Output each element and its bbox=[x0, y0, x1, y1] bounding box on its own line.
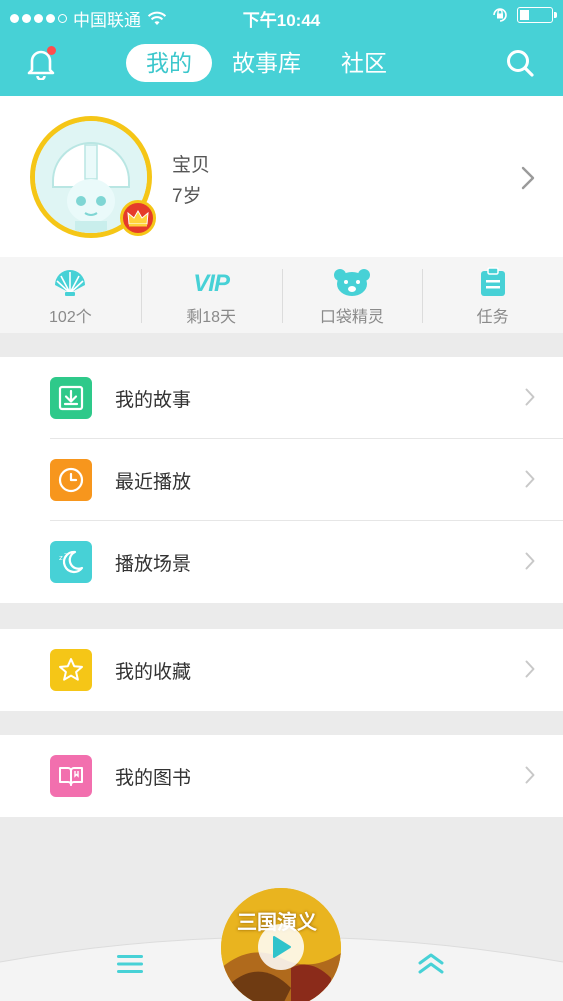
stat-vip[interactable]: VIP 剩18天 bbox=[140, 257, 282, 333]
main-tabs: 我的 故事库 社区 bbox=[126, 44, 407, 82]
menu-item-label: 播放场景 bbox=[115, 554, 192, 575]
svg-text:z: z bbox=[59, 554, 63, 562]
tab-mine[interactable]: 我的 bbox=[126, 44, 212, 82]
menu-item-play-scenes[interactable]: zz 播放场景 bbox=[0, 521, 563, 603]
crown-icon bbox=[127, 209, 149, 227]
menu-item-label: 最近播放 bbox=[115, 472, 192, 493]
menu-item-recent-plays[interactable]: 最近播放 bbox=[0, 439, 563, 521]
tab-community[interactable]: 社区 bbox=[321, 44, 407, 82]
stat-shells-label: 102个 bbox=[49, 309, 92, 326]
stat-tasks[interactable]: 任务 bbox=[422, 257, 563, 333]
chevron-right-icon bbox=[525, 470, 535, 488]
stat-shells[interactable]: 102个 bbox=[0, 257, 141, 333]
double-chevron-up-icon[interactable] bbox=[416, 950, 446, 976]
stats-bar: 102个 VIP 剩18天 口袋精灵 任务 bbox=[0, 257, 563, 333]
chevron-right-icon bbox=[525, 388, 535, 406]
stat-pocket-elf[interactable]: 口袋精灵 bbox=[281, 257, 423, 333]
chevron-right-icon bbox=[521, 166, 535, 190]
orientation-lock-icon bbox=[493, 8, 507, 22]
notification-badge bbox=[47, 46, 56, 55]
menu-group-favorites: 我的收藏 bbox=[0, 629, 563, 711]
menu-item-label: 我的故事 bbox=[115, 390, 192, 411]
menu-item-label: 我的图书 bbox=[115, 768, 192, 789]
stat-vip-label: 剩18天 bbox=[186, 309, 237, 326]
menu-item-my-stories[interactable]: 我的故事 bbox=[0, 357, 563, 439]
status-time: 下午10:44 bbox=[242, 11, 321, 30]
menu-group-books: 我的图书 bbox=[0, 735, 563, 817]
profile-age: 7岁 bbox=[172, 186, 202, 207]
menu-item-label: 我的收藏 bbox=[115, 662, 192, 683]
vip-icon: VIP bbox=[193, 270, 230, 297]
play-button[interactable] bbox=[258, 924, 304, 970]
menu-item-my-books[interactable]: 我的图书 bbox=[0, 735, 563, 817]
book-icon bbox=[50, 755, 92, 797]
battery-icon bbox=[517, 7, 557, 23]
chevron-right-icon bbox=[525, 766, 535, 784]
clipboard-icon bbox=[480, 267, 505, 296]
play-icon bbox=[273, 936, 291, 958]
playlist-menu-icon[interactable] bbox=[116, 952, 144, 976]
star-icon bbox=[50, 649, 92, 691]
menu-item-my-favorites[interactable]: 我的收藏 bbox=[0, 629, 563, 711]
chevron-right-icon bbox=[525, 660, 535, 678]
notification-bell-button[interactable] bbox=[26, 46, 56, 81]
tab-story-library[interactable]: 故事库 bbox=[212, 44, 321, 82]
moon-icon: zz bbox=[50, 541, 92, 583]
vip-crown-badge bbox=[120, 200, 156, 236]
top-bar: 中国联通 下午10:44 我的 故事库 社区 bbox=[0, 0, 563, 96]
svg-text:z: z bbox=[64, 552, 67, 559]
download-icon bbox=[50, 377, 92, 419]
stat-tasks-label: 任务 bbox=[476, 309, 509, 326]
chevron-right-icon bbox=[525, 552, 535, 570]
status-bar: 中国联通 下午10:44 bbox=[0, 0, 563, 34]
menu-group-library: 我的故事 最近播放 zz 播放场景 bbox=[0, 357, 563, 603]
bear-icon bbox=[333, 269, 370, 296]
search-icon[interactable] bbox=[505, 48, 535, 78]
profile-card[interactable]: 宝贝 7岁 bbox=[0, 96, 563, 257]
shell-icon bbox=[55, 270, 86, 296]
stat-pocket-elf-label: 口袋精灵 bbox=[319, 309, 384, 326]
clock-icon bbox=[50, 459, 92, 501]
profile-name: 宝贝 bbox=[172, 155, 211, 176]
